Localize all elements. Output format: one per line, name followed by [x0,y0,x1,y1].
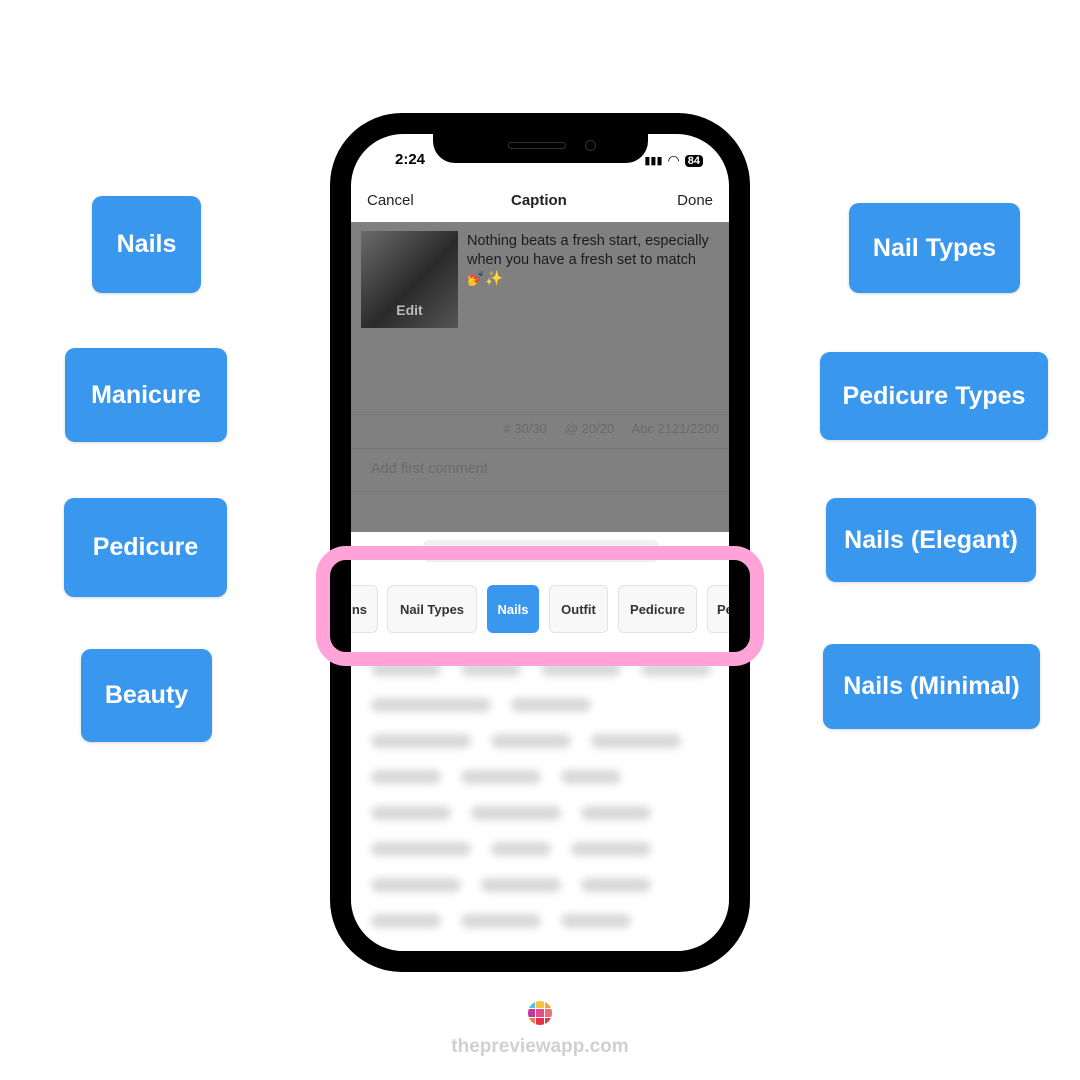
site-url: thepreviewapp.com [451,1036,629,1057]
notch [433,134,648,163]
preview-logo [528,1001,552,1025]
caption-text[interactable]: Nothing beats a fresh start, especially … [467,232,717,289]
phone-frame: 2:24 ▮▮▮ ◠ 84 Cancel Caption Done Edit N… [330,113,750,972]
blurred-hashtag [591,734,681,748]
tag-nail-types: Nail Types [849,203,1020,293]
tag-beauty: Beauty [81,649,212,742]
blurred-hashtag [471,806,561,820]
status-time: 2:24 [395,151,426,168]
blurred-hashtag [371,842,471,856]
char-count: Abc 2121/2200 [631,421,719,436]
mention-count: @ 20/20 [564,421,615,436]
blurred-hashtag [491,734,571,748]
caption-editor: Edit Nothing beats a fresh start, especi… [351,222,729,532]
blurred-hashtag [371,914,441,928]
done-button[interactable]: Done [677,192,713,209]
nav-bar: Cancel Caption Done [351,192,729,222]
blurred-hashtag [571,842,651,856]
battery-icon: 84 [684,154,703,167]
blurred-hashtag [371,734,471,748]
blurred-hashtag [561,914,631,928]
blurred-hashtag [561,770,621,784]
blurred-hashtag [461,914,541,928]
blurred-hashtag [371,806,451,820]
blurred-hashtag [491,842,551,856]
tag-manicure: Manicure [65,348,227,442]
tag-pedicure-types: Pedicure Types [820,352,1048,440]
blurred-hashtag [371,878,461,892]
blurred-hashtag [461,770,541,784]
phone-screen: 2:24 ▮▮▮ ◠ 84 Cancel Caption Done Edit N… [351,134,729,951]
signal-icon: ▮▮▮ [644,155,663,167]
speaker [508,142,566,149]
blurred-hashtag [511,698,591,712]
tag-nails: Nails [92,196,201,293]
post-thumbnail[interactable]: Edit [361,231,458,328]
first-comment-input[interactable]: Add first comment [351,448,729,492]
blurred-hashtag [371,770,441,784]
tag-nails-minimal: Nails (Minimal) [823,644,1040,729]
blurred-hashtag [371,698,491,712]
camera [585,140,596,151]
wifi-icon: ◠ [667,152,680,168]
blurred-hashtag [581,878,651,892]
hashtag-count: # 30/30 [503,421,547,436]
tag-nails-elegant: Nails (Elegant) [826,498,1036,582]
highlight-frame [316,546,764,666]
blurred-hashtag [581,806,651,820]
tag-pedicure: Pedicure [64,498,227,597]
page-title: Caption [511,192,567,209]
cancel-button[interactable]: Cancel [367,192,414,209]
blurred-hashtag [481,878,561,892]
counters: # 30/30 @ 20/20 Abc 2121/2200 [351,414,729,448]
edit-label[interactable]: Edit [361,302,458,318]
status-icons: ▮▮▮ ◠ 84 [644,152,703,169]
